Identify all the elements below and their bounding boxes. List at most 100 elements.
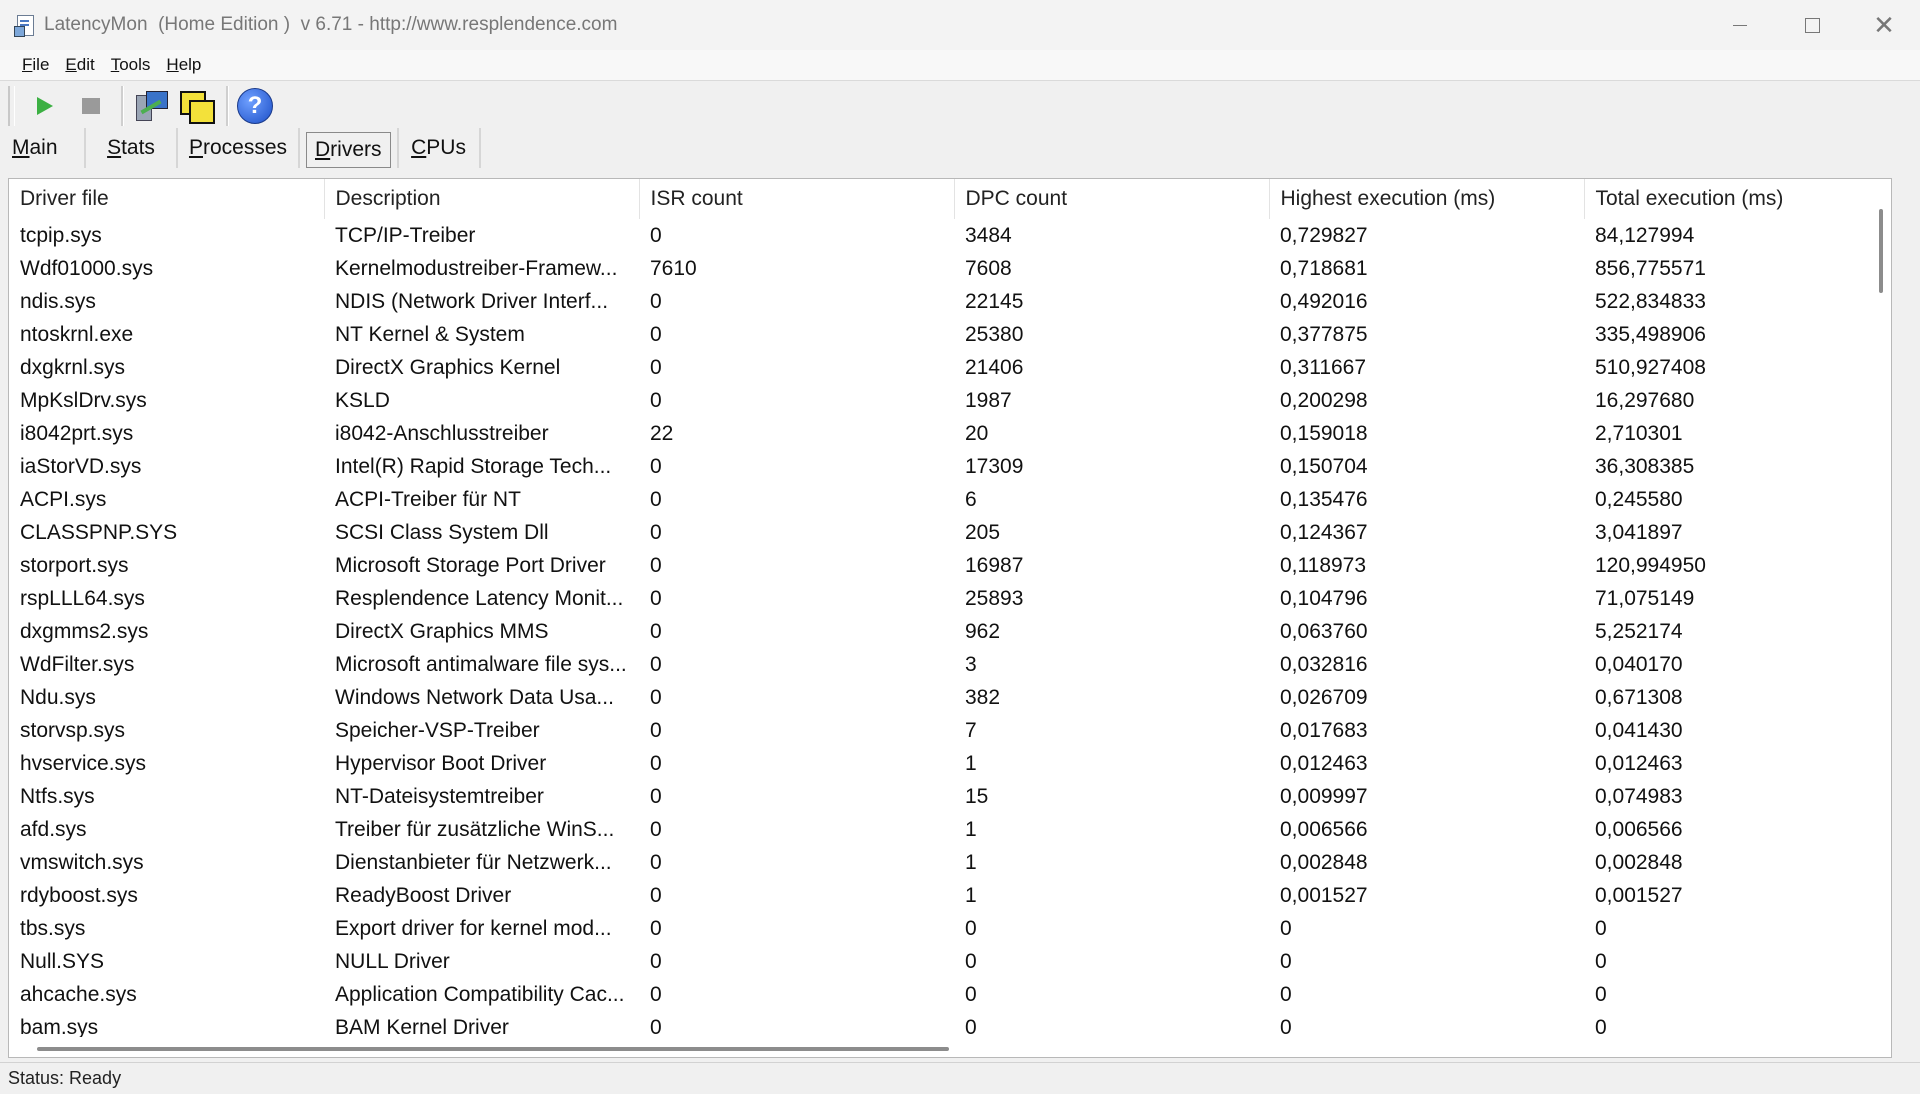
table-row[interactable]: i8042prt.sys i8042-Anschlusstreiber 22 20 0,… xyxy=(9,417,1889,450)
highest-execution-cell: 0,159018 xyxy=(1280,421,1368,445)
highest-execution-cell: 0,718681 xyxy=(1280,256,1368,280)
table-row[interactable]: hvservice.sys Hypervisor Boot Driver 0 1 0,0… xyxy=(9,747,1889,780)
vertical-scrollbar[interactable] xyxy=(1871,179,1891,1057)
driver-file-cell: MpKslDrv.sys xyxy=(20,388,147,412)
isr-count-cell: 0 xyxy=(650,487,662,511)
toolbar-separator xyxy=(121,86,124,126)
table-row[interactable]: rspLLL64.sys Resplendence Latency Monit..… xyxy=(9,582,1889,615)
menu-tools[interactable]: Tools xyxy=(103,55,159,75)
menu-edit[interactable]: Edit xyxy=(57,55,102,75)
table-row[interactable]: ndis.sys NDIS (Network Driver Interf... 0 2… xyxy=(9,285,1889,318)
maximize-button[interactable] xyxy=(1776,0,1848,50)
description-cell: Application Compatibility Cac... xyxy=(335,982,625,1006)
table-row[interactable]: dxgkrnl.sys DirectX Graphics Kernel 0 21406… xyxy=(9,351,1889,384)
total-execution-cell: 0,006566 xyxy=(1595,817,1683,841)
total-execution-cell: 0,074983 xyxy=(1595,784,1683,808)
total-execution-cell: 0 xyxy=(1595,949,1607,973)
isr-count-cell: 0 xyxy=(650,223,662,247)
table-row[interactable]: MpKslDrv.sys KSLD 0 1987 0,200298 16,297680 xyxy=(9,384,1889,417)
table-row[interactable]: afd.sys Treiber für zusätzliche WinS... 0 1… xyxy=(9,813,1889,846)
table-row[interactable]: WdFilter.sys Microsoft antimalware file s… xyxy=(9,648,1889,681)
isr-count-cell: 0 xyxy=(650,685,662,709)
table-row[interactable]: ACPI.sys ACPI-Treiber für NT 0 6 0,135476 0,2… xyxy=(9,483,1889,516)
menu-file[interactable]: File xyxy=(14,55,57,75)
table-row[interactable]: storport.sys Microsoft Storage Port Drive… xyxy=(9,549,1889,582)
windows-icon xyxy=(178,89,215,124)
total-execution-cell: 5,252174 xyxy=(1595,619,1683,643)
table-row[interactable]: vmswitch.sys Dienstanbieter für Netzwerk.… xyxy=(9,846,1889,879)
dpc-count-cell: 3 xyxy=(965,652,977,676)
horizontal-scrollbar[interactable] xyxy=(9,1037,1871,1057)
column-header-isr-count[interactable]: ISR count xyxy=(639,179,955,219)
highest-execution-cell: 0,009997 xyxy=(1280,784,1368,808)
minimize-button[interactable] xyxy=(1704,0,1776,50)
column-header-highest-execution[interactable]: Highest execution (ms) xyxy=(1269,179,1585,219)
stop-button[interactable] xyxy=(71,86,111,126)
cpu-monitor-icon xyxy=(132,89,168,123)
dpc-count-cell: 962 xyxy=(965,619,1001,643)
total-execution-cell: 71,075149 xyxy=(1595,586,1695,610)
window-title: LatencyMon (Home Edition ) v 6.71 - http… xyxy=(44,14,618,35)
driver-file-cell: Ntfs.sys xyxy=(20,784,95,808)
driver-file-cell: afd.sys xyxy=(20,817,87,841)
help-button[interactable]: ? xyxy=(235,86,275,126)
description-cell: Windows Network Data Usa... xyxy=(335,685,614,709)
description-cell: DirectX Graphics Kernel xyxy=(335,355,561,379)
dpc-count-cell: 0 xyxy=(965,916,977,940)
table-row[interactable]: Ntfs.sys NT-Dateisystemtreiber 0 15 0,009997… xyxy=(9,780,1889,813)
highest-execution-cell: 0,002848 xyxy=(1280,850,1368,874)
table-row[interactable]: tbs.sys Export driver for kernel mod... 0 0… xyxy=(9,912,1889,945)
start-button[interactable] xyxy=(25,86,65,126)
driver-file-cell: rdyboost.sys xyxy=(20,883,138,907)
description-cell: NDIS (Network Driver Interf... xyxy=(335,289,609,313)
dpc-count-cell: 21406 xyxy=(965,355,1024,379)
column-header-description[interactable]: Description xyxy=(324,179,640,219)
table-row[interactable]: CLASSPNP.SYS SCSI Class System Dll 0 205 0,1… xyxy=(9,516,1889,549)
windows-button[interactable] xyxy=(176,86,216,126)
dpc-count-cell: 17309 xyxy=(965,454,1024,478)
table-row[interactable]: tcpip.sys TCP/IP-Treiber 0 3484 0,729827 84,1… xyxy=(9,219,1889,252)
table-row[interactable]: ntoskrnl.exe NT Kernel & System 0 25380 0,37… xyxy=(9,318,1889,351)
table-row[interactable]: rdyboost.sys ReadyBoost Driver 0 1 0,001527 0… xyxy=(9,879,1889,912)
description-cell: Resplendence Latency Monit... xyxy=(335,586,624,610)
description-cell: Microsoft Storage Port Driver xyxy=(335,553,606,577)
tab-main[interactable]: Main xyxy=(0,128,86,168)
description-cell: Kernelmodustreiber-Framew... xyxy=(335,256,618,280)
toolbar-grip xyxy=(8,86,15,126)
dpc-count-cell: 16987 xyxy=(965,553,1024,577)
tab-cpus[interactable]: C PUs xyxy=(396,128,481,168)
dpc-count-cell: 382 xyxy=(965,685,1001,709)
column-header-dpc-count[interactable]: DPC count xyxy=(954,179,1270,219)
table-row[interactable]: storvsp.sys Speicher-VSP-Treiber 0 7 0,01768… xyxy=(9,714,1889,747)
total-execution-cell: 0 xyxy=(1595,982,1607,1006)
table-row[interactable]: Null.SYS NULL Driver 0 0 0 0 xyxy=(9,945,1889,978)
tab-processes[interactable]: Processes xyxy=(178,128,300,168)
isr-count-cell: 0 xyxy=(650,355,662,379)
minimize-icon xyxy=(1733,24,1747,26)
column-header-total-execution[interactable]: Total execution (ms) xyxy=(1584,179,1890,219)
table-row[interactable]: iaStorVD.sys Intel(R) Rapid Storage Tech.… xyxy=(9,450,1889,483)
tab-drivers[interactable]: Drivers xyxy=(306,132,391,168)
table-row[interactable]: dxgmms2.sys DirectX Graphics MMS 0 962 0,063… xyxy=(9,615,1889,648)
status-bar: Status: Ready xyxy=(0,1062,1920,1094)
driver-file-cell: ntoskrnl.exe xyxy=(20,322,134,346)
drivers-table-panel: Driver file Description ISR count DPC co… xyxy=(8,178,1892,1058)
table-row[interactable]: Wdf01000.sys Kernelmodustreiber-Framew...… xyxy=(9,252,1889,285)
table-row[interactable]: Ndu.sys Windows Network Data Usa... 0 382 0,… xyxy=(9,681,1889,714)
status-text: Status: Ready xyxy=(8,1068,122,1088)
tab-stats[interactable]: Stats xyxy=(86,128,178,168)
table-row[interactable]: ahcache.sys Application Compatibility Cac… xyxy=(9,978,1889,1011)
driver-file-cell: iaStorVD.sys xyxy=(20,454,142,478)
isr-count-cell: 0 xyxy=(650,784,662,808)
menu-help[interactable]: Help xyxy=(158,55,209,75)
vertical-scroll-thumb[interactable] xyxy=(1879,209,1883,293)
horizontal-scroll-thumb[interactable] xyxy=(37,1047,949,1051)
close-button[interactable]: ✕ xyxy=(1848,0,1920,50)
toolbar-separator xyxy=(226,86,229,126)
highest-execution-cell: 0,063760 xyxy=(1280,619,1368,643)
driver-file-cell: ACPI.sys xyxy=(20,487,107,511)
driver-file-cell: dxgmms2.sys xyxy=(20,619,149,643)
description-cell: NULL Driver xyxy=(335,949,450,973)
column-header-driver-file[interactable]: Driver file xyxy=(9,179,325,219)
cpu-monitor-button[interactable] xyxy=(130,86,170,126)
